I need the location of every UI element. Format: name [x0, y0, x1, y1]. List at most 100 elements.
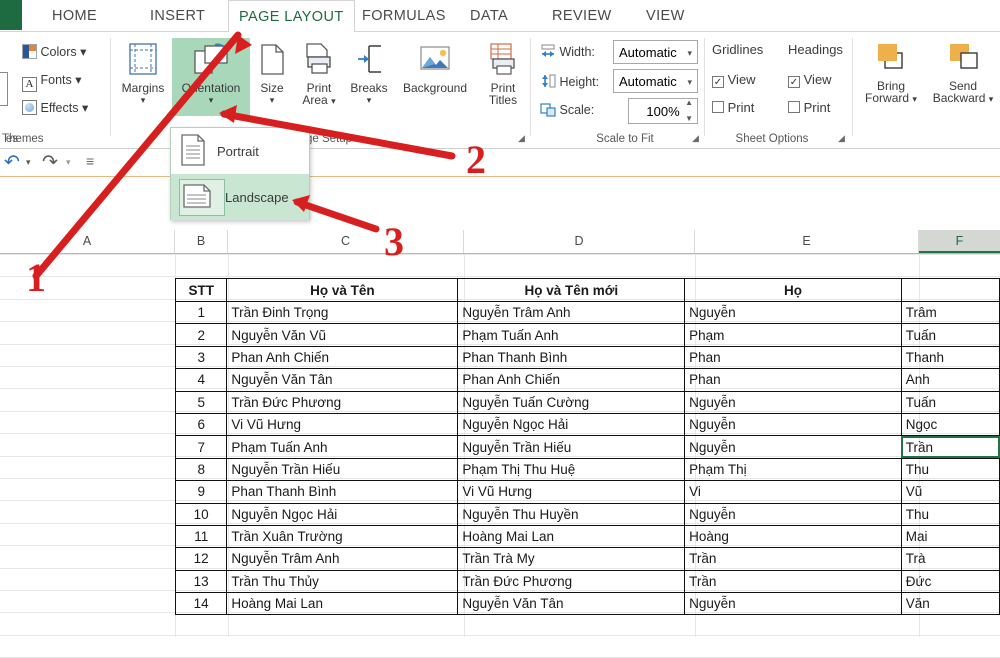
cell-ho[interactable]: Nguyễn — [684, 412, 902, 437]
column-header-f[interactable]: F — [919, 230, 1000, 253]
scale-spinner[interactable]: 100% ▲ ▼ — [628, 98, 698, 124]
scale-to-fit-dialog-launcher[interactable]: ◢ — [690, 133, 701, 144]
cell-hoten-moi[interactable]: Trần Trà My — [457, 547, 686, 571]
data-table[interactable]: STT Họ và Tên Họ và Tên mới Họ 1 Trần Đin… — [174, 278, 1000, 616]
cell-stt[interactable]: 8 — [174, 457, 228, 482]
column-header-c[interactable]: C — [228, 230, 464, 253]
cell-hoten-moi[interactable]: Nguyễn Trần Hiếu — [457, 435, 686, 459]
cell-stt[interactable]: 11 — [174, 524, 228, 549]
cell-ho[interactable]: Nguyễn — [684, 435, 902, 459]
cell-stt[interactable]: 5 — [174, 390, 228, 414]
tab-page-layout[interactable]: PAGE LAYOUT — [228, 0, 355, 33]
table-row[interactable]: 12 Nguyễn Trâm Anh Trần Trà My Trần Trà — [174, 547, 1000, 571]
cell-ho[interactable]: Phạm Thị — [684, 457, 902, 482]
cell-ten[interactable]: Tuấn — [900, 323, 1000, 347]
chevron-down-icon[interactable]: ▾ — [26, 157, 31, 168]
cell-ho[interactable]: Phạm — [684, 323, 902, 347]
breaks-button[interactable]: Breaks ▾ — [346, 42, 392, 107]
chevron-down-icon[interactable]: ▾ — [66, 157, 71, 168]
cell-ho[interactable]: Trần — [684, 569, 902, 594]
cell-hoten-moi[interactable]: Phan Anh Chiến — [457, 368, 686, 392]
cell-hoten[interactable]: Nguyễn Trần Hiếu — [226, 457, 459, 482]
table-row[interactable]: 7 Phạm Tuấn Anh Nguyễn Trần Hiếu Nguyễn Trần — [174, 435, 1000, 459]
cell-hoten-moi[interactable]: Hoàng Mai Lan — [457, 524, 686, 549]
cell-hoten[interactable]: Trần Đức Phương — [226, 390, 459, 414]
theme-fonts-button[interactable]: A Fonts ▾ — [22, 72, 82, 92]
cell-ten[interactable]: Tuấn — [900, 390, 1000, 414]
cell-hoten[interactable]: Phan Thanh Bình — [226, 480, 459, 504]
cell-ho[interactable]: Trần — [684, 547, 902, 571]
background-button[interactable]: Background — [396, 42, 474, 94]
cell-stt[interactable]: 7 — [174, 435, 228, 459]
tab-review[interactable]: REVIEW — [542, 0, 622, 32]
print-titles-button[interactable]: Print Titles — [480, 42, 526, 107]
cell-hoten[interactable]: Nguyễn Văn Tân — [226, 368, 459, 392]
table-row[interactable]: 5 Trần Đức Phương Nguyễn Tuấn Cường Nguyễn T… — [174, 390, 1000, 414]
cell-stt[interactable]: 10 — [174, 502, 228, 526]
table-row[interactable]: 13 Trần Thu Thủy Trần Đức Phương Trần Đức — [174, 569, 1000, 594]
cell-ten[interactable]: Đức — [900, 569, 1000, 594]
menu-item-landscape[interactable]: Landscape — [171, 174, 309, 220]
cell-ten[interactable]: Mai — [900, 524, 1000, 549]
table-row[interactable]: 6 Vi Vũ Hưng Nguyễn Ngọc Hải Nguyễn Ngọc — [174, 412, 1000, 437]
cell-hoten[interactable]: Trần Thu Thủy — [226, 569, 459, 594]
cell-stt[interactable]: 1 — [174, 300, 228, 325]
cell-stt[interactable]: 14 — [174, 592, 228, 616]
cell-stt[interactable]: 4 — [174, 368, 228, 392]
cell-ho[interactable]: Nguyễn — [684, 300, 902, 325]
cell-hoten-moi[interactable]: Nguyễn Văn Tân — [457, 592, 686, 616]
orientation-dropdown-menu[interactable]: Portrait Landscape — [170, 127, 310, 220]
redo-icon[interactable]: ↷ — [42, 151, 58, 174]
cell-hoten-moi[interactable]: Phạm Thị Thu Huệ — [457, 457, 686, 482]
cell-ho[interactable]: Phan — [684, 345, 902, 370]
headings-view-checkbox[interactable]: ✓ View — [788, 72, 832, 88]
bring-forward-button[interactable]: Bring Forward ▾ — [858, 40, 924, 106]
cell-hoten-moi[interactable]: Phạm Tuấn Anh — [457, 323, 686, 347]
height-select[interactable]: Automatic ▾ — [613, 69, 698, 93]
cell-hoten[interactable]: Trần Đinh Trọng — [226, 300, 459, 325]
cell-ten[interactable]: Vũ — [900, 480, 1000, 504]
table-row[interactable]: 3 Phan Anh Chiến Phan Thanh Bình Phan Thanh — [174, 345, 1000, 370]
cell-ten[interactable]: Anh — [900, 368, 1000, 392]
undo-icon[interactable]: ↶ — [4, 151, 20, 174]
chevron-down-icon[interactable]: ▾ — [172, 94, 250, 107]
table-row[interactable]: 2 Nguyễn Văn Vũ Phạm Tuấn Anh Phạm Tuấn — [174, 323, 1000, 347]
page-setup-dialog-launcher[interactable]: ◢ — [516, 133, 527, 144]
table-row[interactable]: 9 Phan Thanh Bình Vi Vũ Hưng Vi Vũ — [174, 480, 1000, 504]
cell-hoten[interactable]: Nguyễn Văn Vũ — [226, 323, 459, 347]
table-row[interactable]: 14 Hoàng Mai Lan Nguyễn Văn Tân Nguyễn Văn — [174, 592, 1000, 616]
cell-ten[interactable]: Trâm — [900, 300, 1000, 325]
headings-print-checkbox[interactable]: Print — [788, 100, 830, 115]
theme-colors-button[interactable]: Colors ▾ — [22, 44, 86, 59]
cell-ho[interactable]: Vi — [684, 480, 902, 504]
cell-hoten-moi[interactable]: Trần Đức Phương — [457, 569, 686, 594]
cell-hoten[interactable]: Phạm Tuấn Anh — [226, 435, 459, 459]
cell-ten[interactable]: Trà — [900, 547, 1000, 571]
cell-ten[interactable]: Thu — [900, 457, 1000, 482]
column-header-a[interactable]: A — [0, 230, 175, 253]
cell-ten[interactable]: Văn — [900, 592, 1000, 616]
cell-stt[interactable]: 9 — [174, 480, 228, 504]
send-backward-button[interactable]: Send Backward ▾ — [930, 40, 996, 106]
cell-ho[interactable]: Nguyễn — [684, 502, 902, 526]
cell-hoten[interactable]: Nguyễn Ngọc Hải — [226, 502, 459, 526]
spinner-down-icon[interactable]: ▼ — [685, 113, 693, 125]
table-row[interactable]: 8 Nguyễn Trần Hiếu Phạm Thị Thu Huệ Phạm Th… — [174, 457, 1000, 482]
cell-hoten[interactable]: Vi Vũ Hưng — [226, 412, 459, 437]
cell-ten[interactable]: Ngọc — [900, 412, 1000, 437]
cell-stt[interactable]: 12 — [174, 547, 228, 571]
tab-formulas[interactable]: FORMULAS — [352, 0, 456, 32]
cell-hoten[interactable]: Hoàng Mai Lan — [226, 592, 459, 616]
cell-hoten[interactable]: Nguyễn Trâm Anh — [226, 547, 459, 571]
cell-hoten-moi[interactable]: Nguyễn Ngọc Hải — [457, 412, 686, 437]
cell-ten[interactable]: Thanh — [900, 345, 1000, 370]
width-select[interactable]: Automatic ▾ — [613, 40, 698, 64]
theme-effects-button[interactable]: Effects ▾ — [22, 100, 88, 115]
column-header-e[interactable]: E — [695, 230, 919, 253]
cell-hoten[interactable]: Trần Xuân Trường — [226, 524, 459, 549]
cell-stt[interactable]: 2 — [174, 323, 228, 347]
tab-home[interactable]: HOME — [42, 0, 107, 32]
spinner-up-icon[interactable]: ▲ — [685, 97, 693, 109]
tab-view[interactable]: VIEW — [636, 0, 695, 32]
margins-button[interactable]: Margins ▾ — [116, 42, 170, 107]
